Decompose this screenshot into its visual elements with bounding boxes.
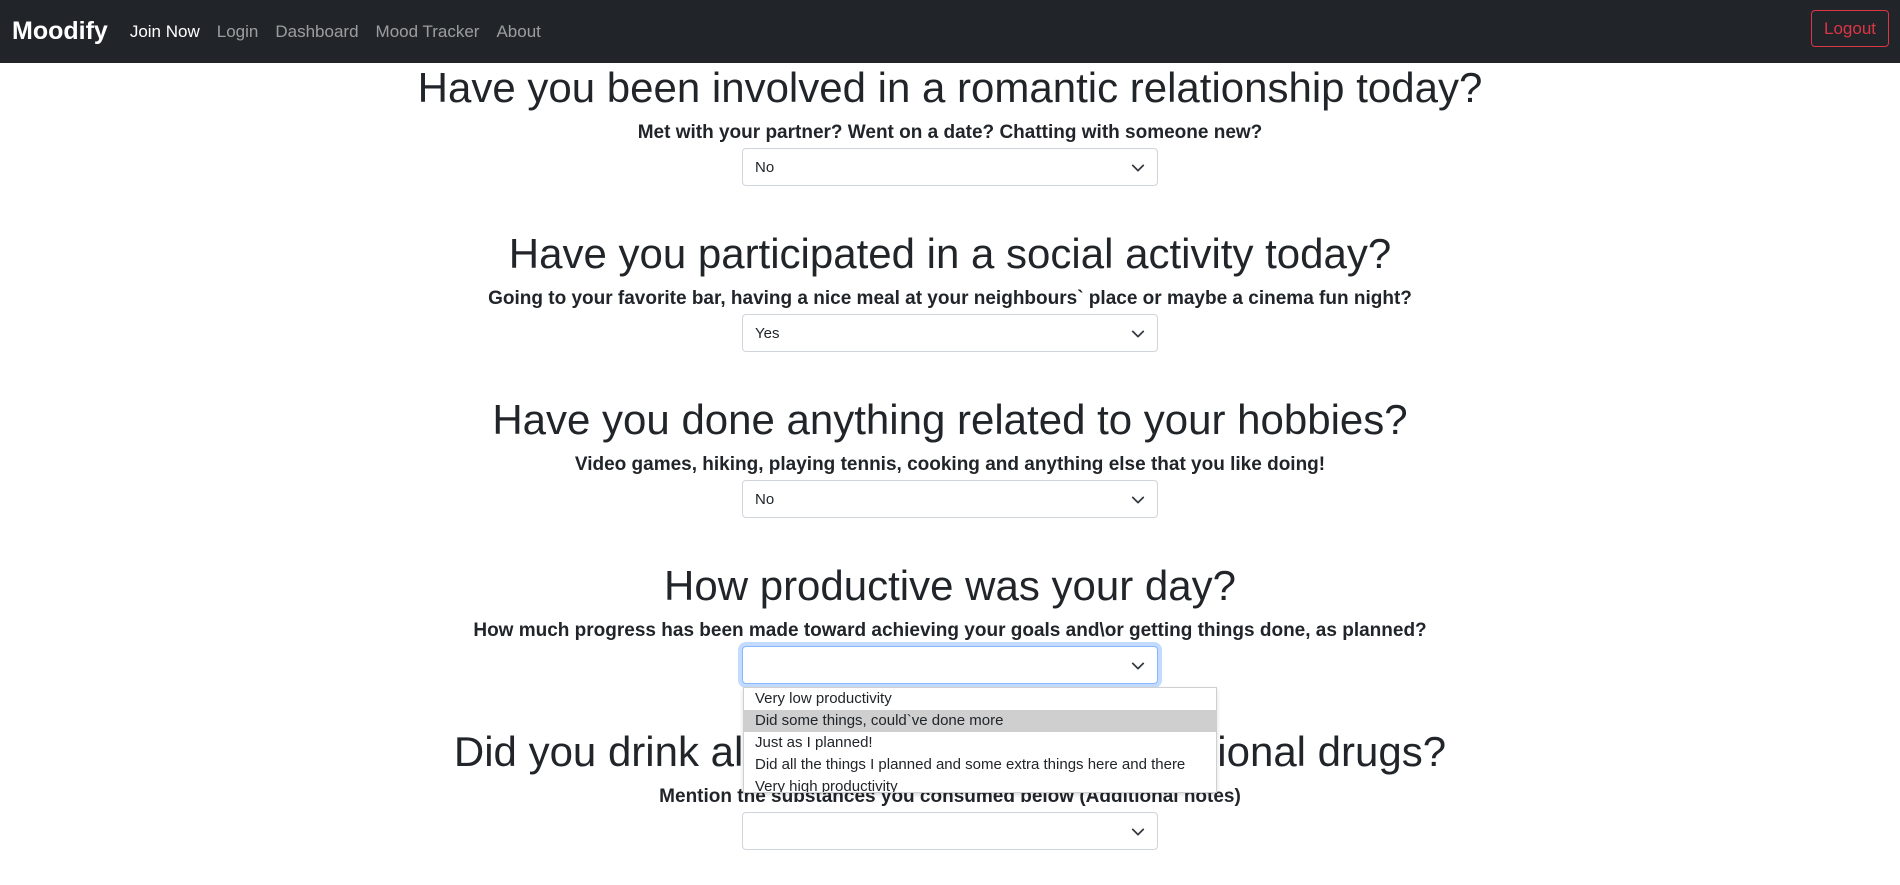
select-value: Yes [755, 324, 780, 342]
chevron-down-icon [1131, 330, 1145, 338]
question-hobbies: Have you done anything related to your h… [0, 396, 1900, 475]
question-subtitle: Video games, hiking, playing tennis, coo… [574, 454, 1326, 475]
question-title: How productive was your day? [664, 562, 1236, 609]
productivity-dropdown-list: Very low productivity Did some things, c… [743, 687, 1217, 793]
social-select[interactable]: Yes [742, 314, 1158, 352]
logout-button[interactable]: Logout [1811, 10, 1889, 47]
navbar: Moodify Join Now Login Dashboard Mood Tr… [0, 0, 1900, 63]
nav-join-now[interactable]: Join Now [130, 22, 200, 42]
nav-dashboard[interactable]: Dashboard [275, 22, 358, 42]
nav-about[interactable]: About [496, 22, 540, 42]
chevron-down-icon [1131, 828, 1145, 836]
substances-select[interactable] [742, 812, 1158, 850]
question-subtitle: Going to your favorite bar, having a nic… [488, 288, 1412, 309]
question-title: Have you done anything related to your h… [492, 396, 1408, 443]
productivity-select[interactable] [742, 646, 1158, 684]
dropdown-option[interactable]: Just as I planned! [744, 732, 1216, 754]
hobbies-select[interactable]: No [742, 480, 1158, 518]
question-romantic: Have you been involved in a romantic rel… [0, 64, 1900, 143]
chevron-down-icon [1131, 164, 1145, 172]
question-subtitle: Met with your partner? Went on a date? C… [637, 122, 1263, 143]
question-social: Have you participated in a social activi… [0, 230, 1900, 309]
question-title: Have you been involved in a romantic rel… [417, 64, 1483, 111]
select-value: No [755, 158, 775, 176]
select-value: No [755, 490, 775, 508]
dropdown-option[interactable]: Very high productivity [744, 776, 1216, 792]
romantic-select[interactable]: No [742, 148, 1158, 186]
dropdown-option[interactable]: Very low productivity [744, 688, 1216, 710]
nav-mood-tracker[interactable]: Mood Tracker [376, 22, 480, 42]
question-productivity: How productive was your day? How much pr… [0, 562, 1900, 641]
brand-logo[interactable]: Moodify [12, 17, 108, 46]
nav-login[interactable]: Login [217, 22, 259, 42]
dropdown-option[interactable]: Did all the things I planned and some ex… [744, 754, 1216, 776]
question-subtitle: How much progress has been made toward a… [473, 620, 1427, 641]
question-title: Have you participated in a social activi… [508, 230, 1392, 277]
chevron-down-icon [1131, 496, 1145, 504]
chevron-down-icon [1131, 662, 1145, 670]
dropdown-option-highlighted[interactable]: Did some things, could`ve done more [744, 710, 1216, 732]
